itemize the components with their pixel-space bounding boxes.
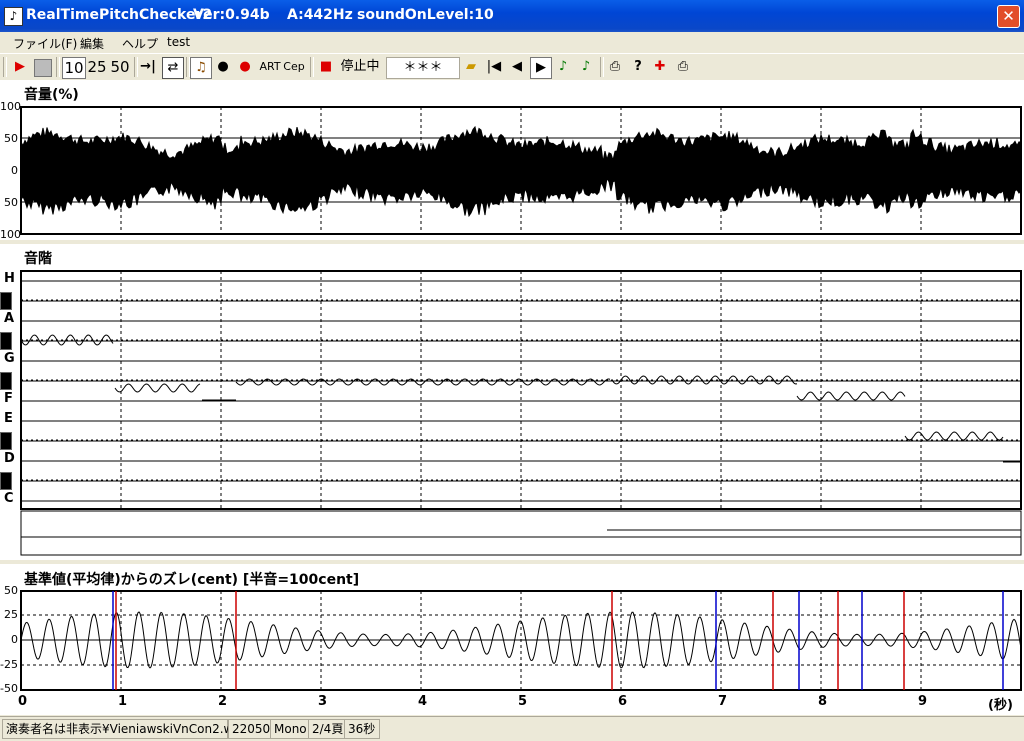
status-channels: Mono xyxy=(270,719,310,739)
x-tick-label: 7 xyxy=(718,694,728,709)
x-tick-label: 1 xyxy=(118,694,128,709)
x-tick-label: 5 xyxy=(518,694,528,709)
x-tick-label: 9 xyxy=(918,694,928,709)
status-rate: 22050 xyxy=(228,719,272,739)
volume-waveform xyxy=(20,125,1022,218)
x-tick-label: 6 xyxy=(618,694,628,709)
x-tick-label: 2 xyxy=(218,694,228,709)
status-page: 2/4頁 xyxy=(308,719,346,739)
pitch-strip xyxy=(20,510,1022,556)
x-tick-label: 4 xyxy=(418,694,428,709)
x-tick-label: 8 xyxy=(818,694,828,709)
status-bar: 演奏者名は非表示¥VieniawskiVnCon2.wav 22050 Mono… xyxy=(0,716,1024,741)
graphs-canvas xyxy=(20,106,1022,691)
status-file: 演奏者名は非表示¥VieniawskiVnCon2.wav xyxy=(2,719,248,739)
x-axis-unit: (秒) xyxy=(988,698,1013,713)
x-tick-label: 3 xyxy=(318,694,328,709)
x-tick-label: 0 xyxy=(18,694,28,709)
status-duration: 36秒 xyxy=(344,719,380,739)
